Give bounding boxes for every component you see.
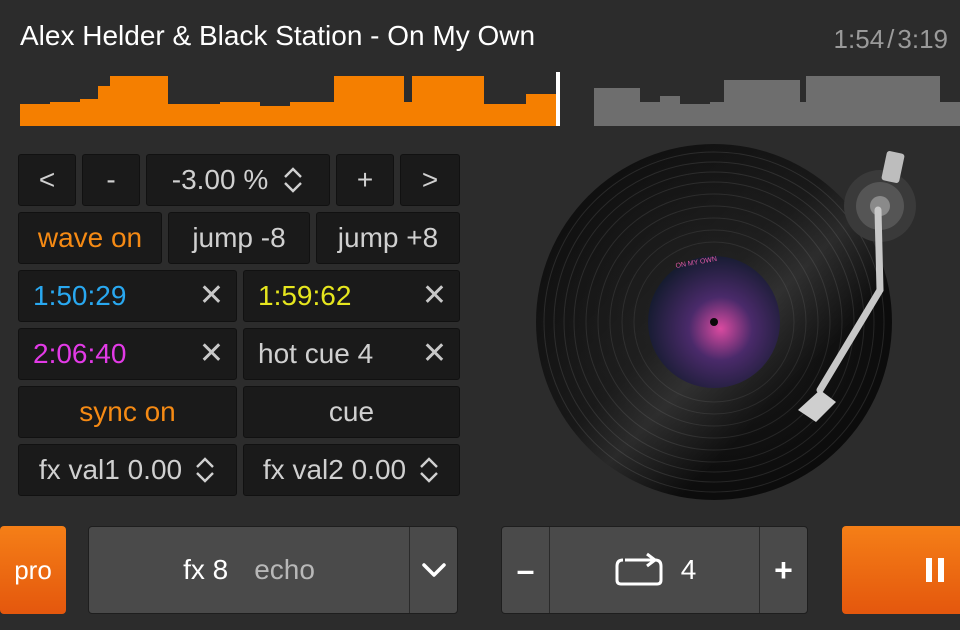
loop-control: – 4 + xyxy=(501,526,808,614)
loop-toggle[interactable]: 4 xyxy=(613,552,697,588)
playhead[interactable] xyxy=(556,72,560,126)
time-separator: / xyxy=(887,24,895,54)
loop-length: 4 xyxy=(680,554,697,585)
jump-forward-label: jump +8 xyxy=(337,222,439,253)
fx-val2-label: fx val2 0.00 xyxy=(262,454,407,485)
wave-toggle-button[interactable]: wave on xyxy=(18,212,162,264)
pro-label: pro xyxy=(14,554,52,585)
loop-plus-label: + xyxy=(774,551,793,588)
nudge-forward-button[interactable]: > xyxy=(400,154,460,206)
nudge-forward-label: > xyxy=(421,164,439,195)
pause-icon xyxy=(926,558,944,582)
pitch-value: -3.00 % xyxy=(171,164,269,195)
pitch-minus-button[interactable]: - xyxy=(82,154,140,206)
fx-val1-stepper[interactable]: fx val1 0.00 xyxy=(18,444,237,496)
unplayed-waveform xyxy=(594,76,960,126)
fx-val1-label: fx val1 0.00 xyxy=(38,454,183,485)
hot-cue-3-button[interactable]: 2:06:40 ✕ xyxy=(18,328,237,380)
hot-cue-3-label: 2:06:40 xyxy=(33,338,127,369)
up-down-chevron-icon xyxy=(420,457,438,483)
loop-icon xyxy=(615,552,663,586)
vinyl-record[interactable]: ON MY OWN xyxy=(536,144,892,500)
waveform[interactable] xyxy=(20,66,960,126)
hot-cue-4-label: hot cue 4 xyxy=(258,338,374,369)
up-down-chevron-icon xyxy=(284,167,303,193)
loop-decrease-button[interactable]: – xyxy=(502,527,550,613)
pitch-minus-label: - xyxy=(106,164,116,195)
track-title: Alex Helder & Black Station - On My Own xyxy=(20,20,536,51)
cue-label: cue xyxy=(328,396,375,427)
jump-forward-button[interactable]: jump +8 xyxy=(316,212,460,264)
turntable[interactable]: ON MY OWN xyxy=(520,140,960,510)
jump-back-button[interactable]: jump -8 xyxy=(168,212,310,264)
total-time: 3:19 xyxy=(897,24,948,54)
hot-cue-4-button[interactable]: hot cue 4 ✕ xyxy=(243,328,460,380)
hot-cue-2-label: 1:59:62 xyxy=(258,280,352,311)
fx-val2-stepper[interactable]: fx val2 0.00 xyxy=(243,444,460,496)
fx-name: echo xyxy=(254,554,315,585)
hot-cue-2-button[interactable]: 1:59:62 ✕ xyxy=(243,270,460,322)
pitch-plus-label: + xyxy=(356,164,374,195)
elapsed-time: 1:54 xyxy=(833,24,885,54)
pro-button[interactable]: pro xyxy=(0,526,66,614)
clear-cue-2-icon[interactable]: ✕ xyxy=(422,281,447,311)
hot-cue-1-button[interactable]: 1:50:29 ✕ xyxy=(18,270,237,322)
nudge-back-label: < xyxy=(38,164,56,195)
cue-button[interactable]: cue xyxy=(243,386,460,438)
chevron-down-icon xyxy=(421,563,446,577)
pitch-stepper[interactable]: -3.00 % xyxy=(146,154,330,206)
hot-cue-1-label: 1:50:29 xyxy=(33,280,127,311)
nudge-back-button[interactable]: < xyxy=(18,154,76,206)
wave-toggle-label: wave on xyxy=(37,222,143,253)
loop-increase-button[interactable]: + xyxy=(758,527,807,613)
fx-dropdown-toggle[interactable] xyxy=(409,527,457,613)
pitch-plus-button[interactable]: + xyxy=(336,154,394,206)
played-waveform xyxy=(20,76,558,126)
clear-cue-1-icon[interactable]: ✕ xyxy=(199,281,224,311)
fx-select[interactable]: fx 8 echo xyxy=(88,526,458,614)
loop-minus-label: – xyxy=(516,551,535,588)
sync-label: sync on xyxy=(79,396,176,427)
jump-back-label: jump -8 xyxy=(192,222,286,253)
clear-cue-4-icon[interactable]: ✕ xyxy=(422,339,447,369)
fx-number: fx 8 xyxy=(183,554,229,585)
play-pause-button[interactable] xyxy=(842,526,960,614)
up-down-chevron-icon xyxy=(196,457,214,483)
clear-cue-3-icon[interactable]: ✕ xyxy=(199,339,224,369)
time-display: 1:54/3:19 xyxy=(834,24,948,55)
sync-toggle-button[interactable]: sync on xyxy=(18,386,237,438)
